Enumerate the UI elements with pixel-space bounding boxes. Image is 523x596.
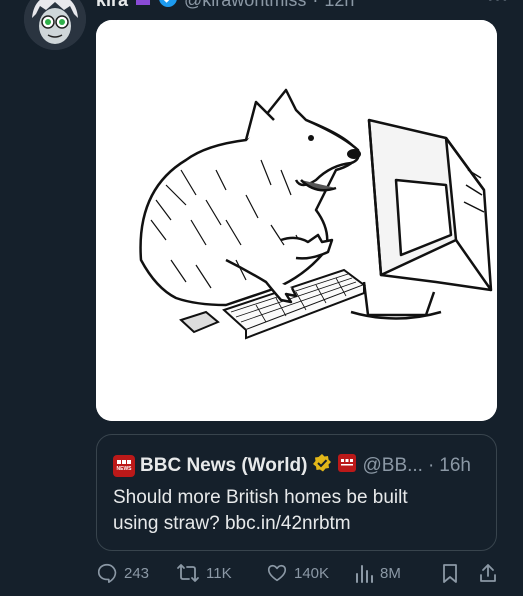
quoted-post-text: Should more British homes be built using… bbox=[113, 487, 408, 534]
like-button[interactable]: 140K bbox=[266, 562, 329, 584]
bbc-logo-text: NEWS bbox=[116, 466, 132, 472]
separator-dot: · bbox=[427, 455, 435, 476]
quoted-display-name[interactable]: BBC News (World) bbox=[140, 455, 307, 477]
bar-chart-icon bbox=[354, 562, 374, 584]
reply-count: 243 bbox=[124, 564, 150, 582]
separator-dot: · bbox=[312, 0, 318, 11]
post-image[interactable] bbox=[96, 20, 497, 421]
share-button[interactable] bbox=[478, 562, 498, 584]
avatar-image bbox=[24, 0, 86, 50]
wolf-at-computer-illustration bbox=[96, 20, 497, 421]
bbc-news-avatar[interactable]: NEWS bbox=[113, 455, 135, 477]
user-handle[interactable]: @kirawontmiss bbox=[184, 0, 306, 11]
bookmark-button[interactable] bbox=[440, 562, 460, 584]
repost-count: 11K bbox=[206, 564, 232, 582]
views-button[interactable]: 8M bbox=[354, 562, 401, 584]
quoted-post-header: NEWS BBC News (World) @BB... · 16h bbox=[113, 453, 471, 479]
action-bar: 243 11K 140K 8M bbox=[96, 562, 506, 588]
quoted-handle[interactable]: @BB... bbox=[362, 455, 422, 477]
avatar[interactable] bbox=[24, 0, 86, 50]
quoted-post-time[interactable]: 16h bbox=[439, 455, 471, 477]
post-header: kira @kirawontmiss · 12h bbox=[96, 0, 354, 12]
views-count: 8M bbox=[380, 564, 401, 582]
quoted-post[interactable]: NEWS BBC News (World) @BB... · 16h Shoul… bbox=[96, 434, 497, 551]
reply-button[interactable]: 243 bbox=[96, 562, 149, 584]
bbc-affiliate-badge-icon bbox=[337, 453, 357, 479]
heart-icon bbox=[266, 562, 288, 584]
bookmark-icon bbox=[440, 562, 460, 584]
verified-badge-icon bbox=[158, 0, 178, 13]
repost-button[interactable]: 11K bbox=[176, 562, 232, 584]
share-icon bbox=[478, 562, 498, 584]
reply-icon bbox=[96, 562, 118, 584]
gold-verified-badge-icon bbox=[312, 453, 332, 479]
post-time[interactable]: 12h bbox=[324, 0, 354, 11]
purple-alien-emoji-icon bbox=[134, 0, 152, 12]
repost-icon bbox=[176, 562, 200, 584]
more-options-icon[interactable]: ••• bbox=[487, 0, 509, 9]
like-count: 140K bbox=[294, 564, 330, 582]
display-name[interactable]: kira bbox=[96, 0, 128, 11]
